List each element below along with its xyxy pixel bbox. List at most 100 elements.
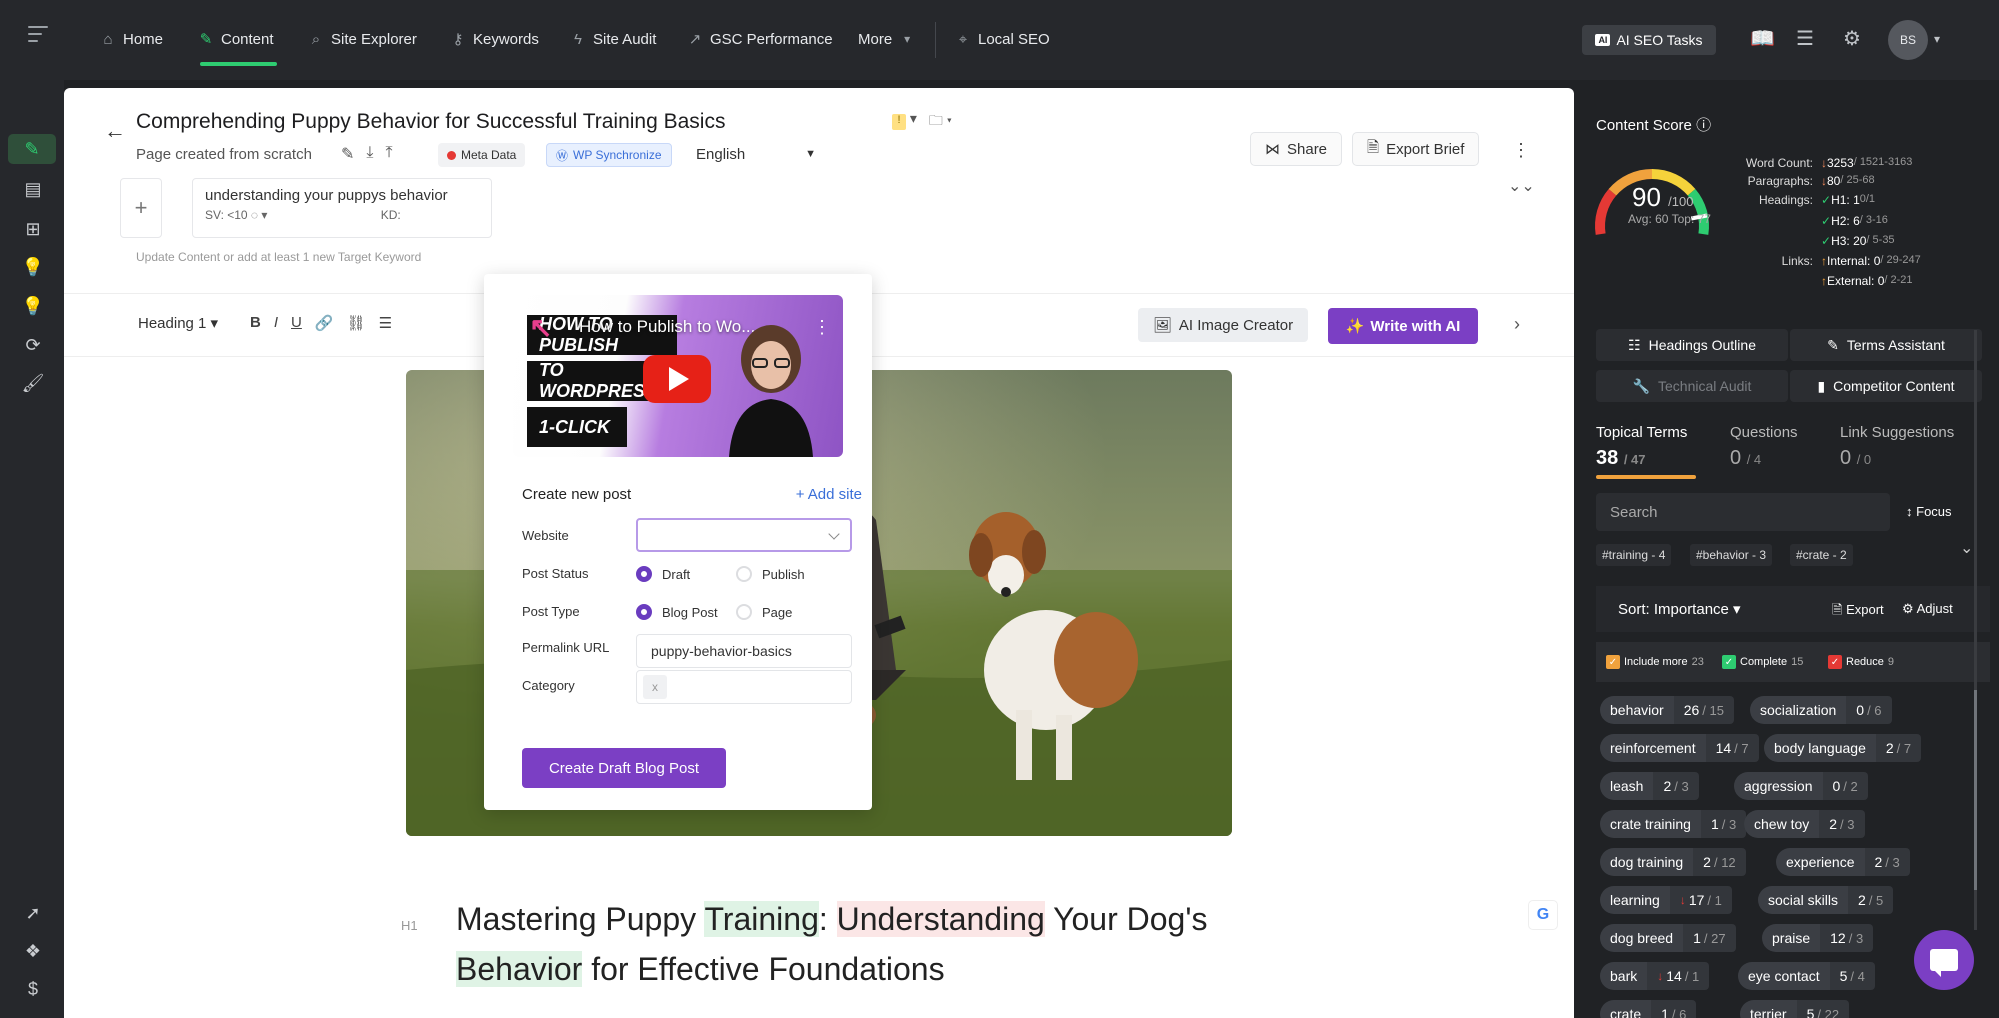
category-input[interactable]: x [636, 670, 852, 704]
edit-pencil-icon[interactable]: ✎ [341, 144, 354, 164]
chevron-down-icon[interactable]: ⌄ [1960, 538, 1973, 558]
technical-audit-button[interactable]: 🔧 Technical Audit [1596, 370, 1788, 402]
menu-icon[interactable] [28, 26, 48, 42]
heading-select[interactable]: Heading 1 ▾ [138, 314, 218, 332]
tag-filter[interactable]: #crate - 2 [1790, 544, 1853, 566]
nav-home[interactable]: ⌂ Home [100, 24, 163, 54]
brush-icon[interactable]: 🖌 [18, 368, 48, 398]
type-blog-post-radio[interactable]: Blog Post [636, 604, 718, 620]
video-menu-icon[interactable]: ⋮ [813, 317, 831, 338]
term-chip[interactable]: crate training 1 / 3 [1600, 810, 1747, 838]
nav-site-audit[interactable]: ϟ Site Audit [570, 24, 656, 54]
terms-search-input[interactable]: Search [1596, 493, 1890, 531]
ai-image-creator-button[interactable]: 🖼 AI Image Creator [1138, 308, 1308, 342]
ai-seo-tasks-button[interactable]: AI AI SEO Tasks [1582, 25, 1716, 55]
term-chip[interactable]: dog training 2 / 12 [1600, 848, 1746, 876]
competitor-content-button[interactable]: ▮ Competitor Content [1790, 370, 1982, 402]
page-title[interactable]: Comprehending Puppy Behavior for Success… [136, 110, 725, 134]
legend-complete[interactable]: ✓ Complete 15 [1722, 655, 1803, 669]
nav-gsc-performance[interactable]: ↗ GSC Performance [687, 24, 833, 54]
language-select[interactable]: English ▼ [684, 141, 824, 167]
nav-site-explorer[interactable]: ⌕ Site Explorer [308, 24, 417, 54]
idea-icon[interactable]: 💡 [18, 291, 48, 321]
avatar[interactable]: BS [1888, 20, 1928, 60]
lightbulb-icon[interactable]: 💡 [18, 252, 48, 282]
list-icon[interactable]: ☰ [379, 314, 392, 332]
nav-content[interactable]: ✎ Content [198, 24, 274, 54]
checklist-icon[interactable]: ☰ [1796, 26, 1814, 51]
target-keyword-chip[interactable]: understanding your puppys behavior SV: <… [192, 178, 492, 238]
info-icon[interactable]: ⓘ [1696, 117, 1711, 134]
term-highlight[interactable]: Understanding [836, 901, 1045, 937]
nav-more[interactable]: More ▾ [858, 24, 915, 54]
add-site-link[interactable]: + Add site [796, 486, 862, 503]
double-chevron-down-icon[interactable]: ⌄⌄ [1508, 176, 1535, 196]
term-chip[interactable]: body language 2 / 7 [1764, 734, 1922, 762]
refresh-icon[interactable]: ⟳ [18, 330, 48, 360]
nav-keywords[interactable]: ⚷ Keywords [450, 24, 539, 54]
term-chip[interactable]: dog breed 1 / 27 [1600, 924, 1736, 952]
panel-scrollbar[interactable] [1974, 330, 1977, 930]
term-chip[interactable]: social skills 2 / 5 [1758, 886, 1894, 914]
upload-icon[interactable]: ⤒ [385, 144, 392, 164]
term-chip[interactable]: experience 2 / 3 [1776, 848, 1910, 876]
bold-icon[interactable]: B [250, 314, 261, 332]
permalink-input[interactable]: puppy-behavior-basics [636, 634, 852, 668]
link-icon[interactable]: 🔗 [315, 314, 334, 332]
term-chip[interactable]: eye contact 5 / 4 [1738, 962, 1875, 990]
tag-filter[interactable]: #behavior - 3 [1690, 544, 1773, 566]
more-options-icon[interactable]: ⋮ [1512, 140, 1530, 161]
term-chip[interactable]: socialization 0 / 6 [1750, 696, 1892, 724]
apps-grid-icon[interactable]: ⊞ [18, 214, 48, 244]
create-draft-button[interactable]: Create Draft Blog Post [522, 748, 726, 788]
export-terms-button[interactable]: 🗎 Export [1832, 601, 1884, 623]
document-icon[interactable]: ▤ [18, 174, 48, 204]
term-highlight[interactable]: Training [704, 901, 819, 937]
tab-link-suggestions[interactable]: Link Suggestions 0 / 0 [1840, 424, 1954, 470]
website-select[interactable] [636, 518, 852, 552]
folder-icon[interactable]: 🗀 ▾ [929, 110, 952, 134]
play-button[interactable] [643, 355, 711, 403]
write-with-ai-button[interactable]: ✨ Write with AI [1328, 308, 1478, 344]
term-chip[interactable]: chew toy 2 / 3 [1744, 810, 1865, 838]
wp-synchronize-button[interactable]: Ⓦ WP Synchronize [546, 143, 672, 167]
status-publish-radio[interactable]: Publish [736, 566, 805, 582]
italic-icon[interactable]: I [274, 314, 278, 332]
tab-topical-terms[interactable]: Topical Terms 38 / 47 [1596, 424, 1687, 470]
term-chip[interactable]: crate 1 / 6 [1600, 1000, 1697, 1018]
headings-outline-button[interactable]: ☷ Headings Outline [1596, 329, 1788, 361]
export-brief-button[interactable]: 🗎 Export Brief [1352, 132, 1480, 166]
editor-icon[interactable]: ✎ [8, 134, 56, 164]
term-chip[interactable]: leash 2 / 3 [1600, 772, 1699, 800]
book-icon[interactable]: 📖 [1750, 26, 1775, 51]
term-chip[interactable]: praise 12 / 3 [1762, 924, 1874, 952]
unlink-icon[interactable]: ⛓ [347, 314, 366, 332]
adjust-terms-button[interactable]: ⚙ Adjust [1902, 601, 1953, 617]
type-page-radio[interactable]: Page [736, 604, 792, 620]
chat-support-icon[interactable] [1914, 930, 1974, 990]
term-chip[interactable]: aggression 0 / 2 [1734, 772, 1868, 800]
sort-select[interactable]: Sort: Importance ▾ [1618, 600, 1741, 618]
cubes-icon[interactable]: ❖ [18, 936, 48, 966]
nav-local-seo[interactable]: ⌖ Local SEO [955, 24, 1050, 54]
article-heading[interactable]: Mastering Puppy Training: Understanding … [456, 894, 1256, 994]
underline-icon[interactable]: U [291, 314, 302, 332]
status-draft-radio[interactable]: Draft [636, 566, 690, 582]
share-button[interactable]: ⋈ Share [1250, 132, 1343, 166]
term-chip[interactable]: bark ↓ 14 / 1 [1600, 962, 1710, 990]
clear-category-icon[interactable]: x [643, 675, 667, 699]
tutorial-video[interactable]: HOW TO PUBLISH TO WORDPRESS 1-CLICK ↖ Ho… [513, 295, 843, 457]
back-arrow-icon[interactable]: ← [104, 118, 126, 144]
focus-button[interactable]: ↕ Focus [1906, 504, 1952, 519]
add-keyword-button[interactable]: + [120, 178, 162, 238]
meta-data-button[interactable]: Meta Data [438, 143, 526, 167]
legend-include-more[interactable]: ✓ Include more 23 [1606, 655, 1704, 669]
term-chip[interactable]: reinforcement 14 / 7 [1600, 734, 1759, 762]
legend-reduce[interactable]: ✓ Reduce 9 [1828, 655, 1894, 669]
gear-icon[interactable]: ⚙ [1843, 26, 1861, 51]
term-chip[interactable]: learning ↓ 17 / 1 [1600, 886, 1732, 914]
terms-assistant-button[interactable]: ✎ Terms Assistant [1790, 329, 1982, 361]
term-chip[interactable]: behavior 26 / 15 [1600, 696, 1734, 724]
warning-flag-icon[interactable]: ! ▾ [892, 110, 917, 134]
download-icon[interactable]: ⤓ [366, 144, 373, 164]
